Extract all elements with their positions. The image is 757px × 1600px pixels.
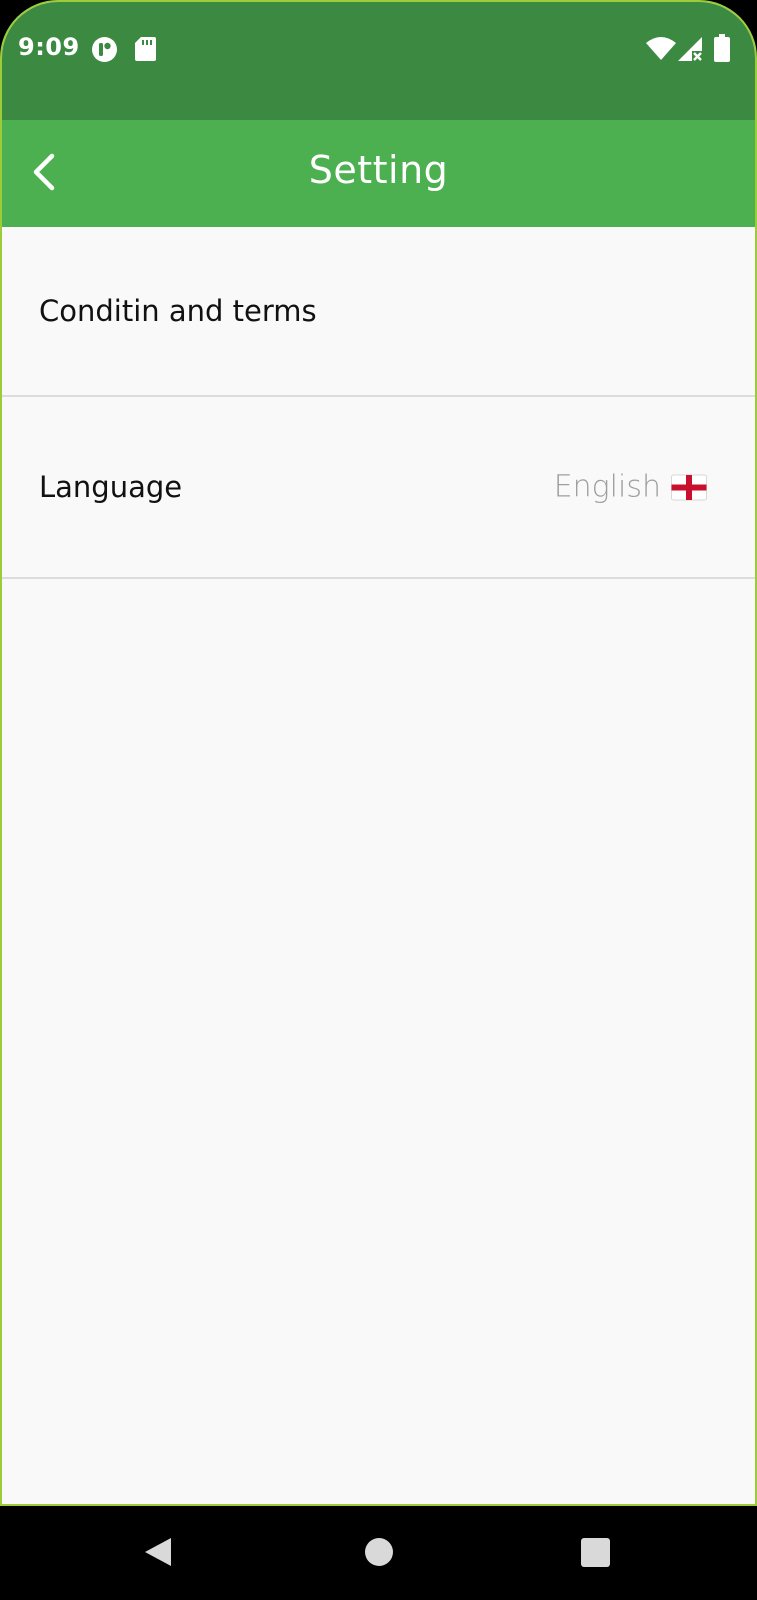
home-circle-icon [365,1538,393,1566]
page-title: Setting [308,148,449,192]
battery-icon [714,34,730,66]
england-flag-icon [671,474,707,500]
recents-square-icon [581,1538,610,1567]
settings-list: Conditin and terms Language English [2,227,755,579]
language-value: English [554,470,707,505]
settings-item-language[interactable]: Language English [2,397,755,579]
language-value-text: English [553,469,661,505]
phone-screen: 9:09 Setting Conditin and terms Language… [0,0,757,1600]
settings-item-conditions-and-terms[interactable]: Conditin and terms [2,227,755,397]
status-time: 9:09 [18,33,80,61]
wifi-icon [646,37,676,64]
settings-item-label: Language [39,470,183,504]
app-bar: Setting [2,120,755,227]
nav-back-button[interactable] [143,1536,173,1572]
sync-badge-icon [91,36,118,67]
back-triangle-icon [145,1538,171,1566]
cellular-no-signal-icon [678,37,703,65]
nav-recents-button[interactable] [581,1538,610,1571]
system-nav-bar [0,1506,757,1600]
app-frame: 9:09 Setting Conditin and terms Language… [0,0,757,1506]
sd-card-icon [135,37,156,65]
nav-home-button[interactable] [364,1537,394,1571]
status-bar: 9:09 [2,2,755,120]
settings-item-label: Conditin and terms [39,294,317,328]
